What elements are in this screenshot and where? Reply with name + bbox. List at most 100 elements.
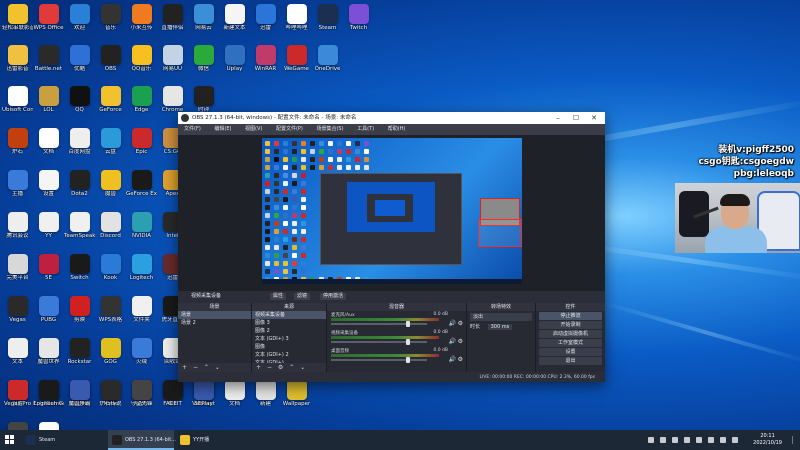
source-item[interactable]: 文本 (GDI+) 3: [252, 335, 326, 343]
speaker-icon[interactable]: 🔊: [449, 320, 456, 327]
source-item[interactable]: 图像: [252, 343, 326, 351]
windows-start-icon[interactable]: [5, 435, 15, 445]
desktop-icon[interactable]: NVIDIA: [126, 210, 157, 246]
desktop-icon[interactable]: 炉石传说: [95, 378, 126, 414]
desktop-icon[interactable]: 魔兽: [95, 168, 126, 204]
tray-icon[interactable]: [684, 437, 690, 443]
desktop-icon[interactable]: Dota2: [64, 168, 95, 204]
filters-button[interactable]: 滤镜: [294, 293, 311, 300]
desktop-icon[interactable]: WeGame: [281, 43, 312, 79]
desktop-icon[interactable]: 网易UU: [157, 43, 188, 79]
desktop-icon[interactable]: 炉石: [2, 126, 33, 162]
desktop-icon[interactable]: 欢迎: [64, 2, 95, 38]
desktop-icon[interactable]: 完美平台: [2, 252, 33, 288]
menu-file[interactable]: 文件(F): [184, 126, 201, 132]
taskbar-item-steam[interactable]: Steam: [22, 430, 106, 450]
maximize-icon[interactable]: ☐: [567, 112, 585, 124]
move-down-icon[interactable]: ⌄: [300, 364, 305, 371]
desktop-icon[interactable]: QQ: [64, 84, 95, 120]
volume-slider-handle[interactable]: [405, 357, 410, 363]
desktop-icon[interactable]: 直播伴侣: [157, 2, 188, 38]
desktop-icon[interactable]: 哔哩哔哩: [281, 2, 312, 38]
source-item[interactable]: 视频采集设备: [252, 311, 326, 319]
add-source-icon[interactable]: +: [256, 364, 261, 371]
menu-tools[interactable]: 工具(T): [357, 126, 374, 132]
volume-slider[interactable]: [331, 359, 427, 361]
desktop-icon[interactable]: 网易云: [188, 2, 219, 38]
desktop-icon[interactable]: 百度网盘: [64, 126, 95, 162]
desktop-icon[interactable]: GeForce: [95, 84, 126, 120]
volume-slider-handle[interactable]: [405, 321, 410, 327]
desktop-icon[interactable]: TeamSpeak: [64, 210, 95, 246]
preview-selection-box[interactable]: [478, 219, 522, 247]
desktop-icon[interactable]: 文件夹: [126, 294, 157, 330]
desktop-icon[interactable]: 小米互传: [126, 2, 157, 38]
obs-preview[interactable]: [178, 135, 605, 301]
desktop-icon[interactable]: 5EPlay: [188, 378, 219, 414]
desktop-icon[interactable]: WPS表格: [95, 294, 126, 330]
speaker-icon[interactable]: 🔊: [449, 338, 456, 345]
network-icon[interactable]: [708, 437, 714, 443]
gear-icon[interactable]: ⚙: [458, 356, 463, 363]
desktop-icon[interactable]: LOL: [33, 84, 64, 120]
desktop-icon[interactable]: 迅雷影音: [2, 43, 33, 79]
taskbar-item-obs[interactable]: OBS 27.1.3 (64-bit...: [108, 430, 176, 450]
desktop-icon[interactable]: 主播: [2, 168, 33, 204]
menu-scene-collection[interactable]: 场景集合(S): [316, 126, 343, 132]
virtual-camera-button[interactable]: 启动虚拟摄像机: [539, 330, 602, 338]
desktop-icon[interactable]: 火绒: [126, 336, 157, 372]
studio-mode-button[interactable]: 工作室模式: [539, 339, 602, 347]
desktop-icon[interactable]: Twitch: [343, 2, 374, 38]
stop-stream-button[interactable]: 停止推流: [539, 312, 602, 320]
desktop-icon[interactable]: 云盘: [95, 126, 126, 162]
duration-input[interactable]: 300 ms: [487, 324, 513, 330]
move-up-icon[interactable]: ⌃: [289, 364, 294, 371]
settings-button[interactable]: 设置: [539, 348, 602, 356]
obs-title-bar[interactable]: OBS 27.1.3 (64-bit, windows) - 配置文件: 未命名…: [178, 112, 605, 124]
desktop-icon[interactable]: 设置: [33, 168, 64, 204]
desktop-icon[interactable]: 5E: [33, 252, 64, 288]
volume-slider[interactable]: [331, 341, 427, 343]
desktop-icon[interactable]: 文档: [219, 378, 250, 414]
desktop-icon[interactable]: Epic: [126, 126, 157, 162]
desktop-icon[interactable]: 微信: [188, 43, 219, 79]
desktop-icon[interactable]: GOG: [95, 336, 126, 372]
source-item[interactable]: 文本 (GDI+) 2: [252, 351, 326, 359]
remove-source-icon[interactable]: −: [267, 364, 272, 371]
menu-view[interactable]: 视图(V): [245, 126, 262, 132]
gear-icon[interactable]: ⚙: [278, 364, 283, 371]
show-desktop-button[interactable]: [792, 436, 797, 444]
desktop-icon[interactable]: 文本: [2, 336, 33, 372]
deactivate-button[interactable]: 停用激活: [320, 293, 347, 300]
desktop-icon[interactable]: 音乐: [95, 2, 126, 38]
desktop-icon[interactable]: 腾讯会议: [2, 210, 33, 246]
scene-item[interactable]: 场景 2: [178, 319, 251, 327]
source-item[interactable]: 图像 2: [252, 327, 326, 335]
desktop-icon[interactable]: Kook: [95, 252, 126, 288]
properties-button[interactable]: 属性: [270, 293, 287, 300]
minimize-icon[interactable]: –: [549, 112, 567, 124]
desktop-icon[interactable]: Logitech G: [33, 378, 64, 414]
desktop-icon[interactable]: 守望先锋: [126, 378, 157, 414]
desktop-icon[interactable]: Ubisoft Connect: [2, 84, 33, 120]
close-icon[interactable]: ✕: [585, 112, 603, 124]
tray-icon[interactable]: [696, 437, 702, 443]
tray-icon[interactable]: [648, 437, 654, 443]
transition-select[interactable]: 淡出: [470, 313, 532, 321]
desktop-icon[interactable]: 魔兽争霸: [64, 378, 95, 414]
obs-window[interactable]: OBS 27.1.3 (64-bit, windows) - 配置文件: 未命名…: [178, 112, 605, 382]
taskbar-item-yy[interactable]: YY开播: [176, 430, 236, 450]
desktop-icon[interactable]: WPS Office: [33, 2, 64, 38]
desktop-icon[interactable]: PUBG: [33, 294, 64, 330]
add-scene-icon[interactable]: +: [182, 364, 187, 371]
tray-icon[interactable]: [672, 437, 678, 443]
desktop-icon[interactable]: 迅雷: [250, 2, 281, 38]
desktop-icon[interactable]: FACEIT: [157, 378, 188, 414]
desktop-icon[interactable]: Edge: [126, 84, 157, 120]
remove-scene-icon[interactable]: −: [193, 364, 198, 371]
desktop-icon[interactable]: Battle.net: [33, 43, 64, 79]
menu-edit[interactable]: 编辑(E): [214, 126, 231, 132]
scene-item[interactable]: 场景: [178, 311, 251, 319]
ime-icon[interactable]: [732, 437, 738, 443]
desktop-icon[interactable]: Logitech: [126, 252, 157, 288]
